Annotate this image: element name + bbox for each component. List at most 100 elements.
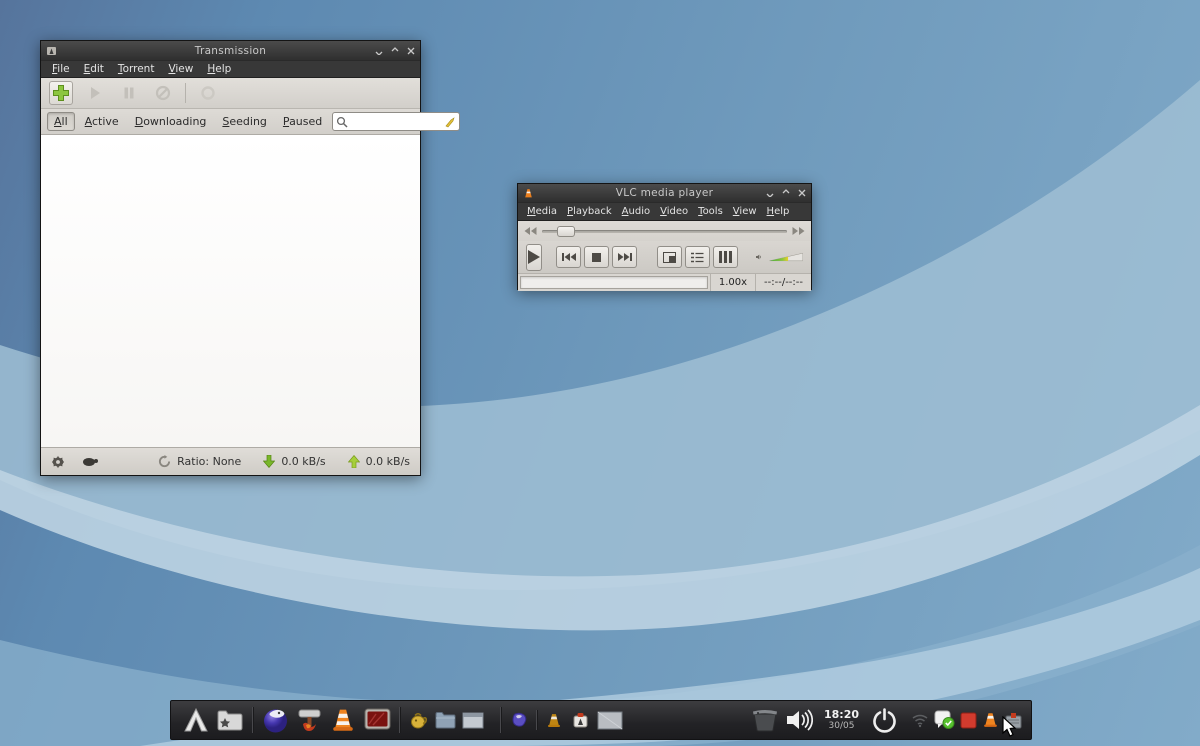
playlist-icon <box>691 252 704 263</box>
minimize-icon[interactable] <box>765 189 774 198</box>
stop-tray-icon[interactable] <box>960 712 977 729</box>
menu-tools[interactable]: Tools <box>693 205 728 218</box>
vlc-tray-icon[interactable] <box>982 711 999 729</box>
fullscreen-button[interactable] <box>657 246 682 268</box>
filter-all[interactable]: All <box>47 112 75 131</box>
trash-applet[interactable] <box>748 702 782 738</box>
globe-window-icon <box>511 712 528 729</box>
fullscreen-icon <box>663 252 676 263</box>
play-icon <box>87 85 103 101</box>
menu-help[interactable]: Help <box>200 62 238 76</box>
seek-forward-icon[interactable] <box>792 226 805 236</box>
maximize-icon[interactable] <box>390 46 399 55</box>
file-manager-launcher[interactable] <box>213 702 247 738</box>
pause-torrent-button[interactable] <box>117 81 141 105</box>
clock-applet[interactable]: 18:20 30/05 <box>824 709 859 732</box>
power-icon <box>872 708 897 733</box>
next-button[interactable] <box>612 246 637 268</box>
brewing-app-launcher[interactable] <box>405 704 432 736</box>
menu-media[interactable]: Media <box>522 205 562 218</box>
hammer-icon <box>296 707 323 733</box>
stop-button[interactable] <box>584 246 609 268</box>
upload-speed: 0.0 kB/s <box>366 455 410 468</box>
folder-icon <box>435 711 456 729</box>
start-torrent-button[interactable] <box>83 81 107 105</box>
transmission-menubar: File Edit Torrent View Help <box>41 60 420 78</box>
properties-icon <box>200 85 216 101</box>
search-input[interactable] <box>348 116 444 128</box>
maximize-icon[interactable] <box>781 189 790 198</box>
vlc-titlebar[interactable]: VLC media player <box>518 184 811 202</box>
playlist-button[interactable] <box>685 246 710 268</box>
clock-date: 30/05 <box>829 721 855 731</box>
clear-search-icon[interactable] <box>444 116 456 128</box>
toolbar-separator <box>185 83 186 103</box>
menu-video[interactable]: Video <box>655 205 693 218</box>
time-display[interactable]: --:--/--:-- <box>755 274 811 291</box>
seek-handle[interactable] <box>557 226 575 237</box>
ratio-icon <box>158 455 171 468</box>
menu-torrent[interactable]: Torrent <box>111 62 162 76</box>
search-box[interactable] <box>332 112 460 131</box>
active-window-icon <box>597 711 623 730</box>
menu-file[interactable]: File <box>45 62 77 76</box>
menu-help[interactable]: Help <box>762 205 795 218</box>
taskbar-window-transmission[interactable] <box>567 704 594 736</box>
show-desktop-button[interactable] <box>459 704 486 736</box>
remove-torrent-button[interactable] <box>151 81 175 105</box>
update-manager-tray-icon[interactable] <box>934 710 955 730</box>
volume-applet[interactable] <box>782 702 816 738</box>
window-title: Transmission <box>41 45 420 57</box>
vlc-status-field <box>520 276 708 289</box>
vlc-cone-icon <box>546 712 562 729</box>
documents-folder-launcher[interactable] <box>432 704 459 736</box>
equalizer-button[interactable] <box>713 246 738 268</box>
web-browser-launcher[interactable] <box>258 702 292 738</box>
power-button[interactable] <box>867 702 901 738</box>
kettle-icon <box>409 710 429 730</box>
mute-speaker-icon[interactable] <box>756 251 763 263</box>
menu-playback[interactable]: Playback <box>562 205 617 218</box>
minimize-icon[interactable] <box>374 46 383 55</box>
playback-rate[interactable]: 1.00x <box>710 274 755 291</box>
menu-edit[interactable]: Edit <box>77 62 111 76</box>
mouse-cursor <box>1002 716 1018 738</box>
seek-slider[interactable] <box>542 226 787 237</box>
previous-button[interactable] <box>556 246 581 268</box>
menu-view[interactable]: View <box>728 205 762 218</box>
vlc-seek-row <box>518 221 811 241</box>
volume-slider[interactable] <box>769 248 803 266</box>
terminal-launcher[interactable] <box>360 702 394 738</box>
torrent-list[interactable] <box>41 135 420 447</box>
filter-active[interactable]: Active <box>79 113 125 130</box>
menu-audio[interactable]: Audio <box>617 205 655 218</box>
filter-paused[interactable]: Paused <box>277 113 328 130</box>
taskbar-window-vlc[interactable] <box>540 704 567 736</box>
vlc-launcher[interactable] <box>326 702 360 738</box>
search-icon <box>336 116 348 128</box>
add-icon <box>52 84 70 102</box>
seek-back-icon[interactable] <box>524 226 537 236</box>
vlc-status-row: 1.00x --:--/--:-- <box>518 273 811 291</box>
gear-icon[interactable] <box>51 455 65 469</box>
taskbar-window-browser[interactable] <box>506 704 533 736</box>
app-menu-button[interactable] <box>179 702 213 738</box>
menu-view[interactable]: View <box>161 62 200 76</box>
clock-time: 18:20 <box>824 709 859 722</box>
network-tray-icon[interactable] <box>911 712 929 728</box>
taskbar-separator <box>536 710 537 730</box>
transmission-titlebar[interactable]: Transmission <box>41 41 420 60</box>
filter-seeding[interactable]: Seeding <box>216 113 273 130</box>
build-tool-launcher[interactable] <box>292 702 326 738</box>
add-torrent-button[interactable] <box>49 81 73 105</box>
filter-downloading[interactable]: Downloading <box>129 113 213 130</box>
taskbar-window-active[interactable] <box>594 702 626 738</box>
equalizer-icon <box>719 251 732 263</box>
torrent-properties-button[interactable] <box>196 81 220 105</box>
close-icon[interactable] <box>406 46 415 55</box>
distro-logo-icon <box>183 708 209 732</box>
turtle-speed-icon[interactable] <box>81 456 99 467</box>
transmission-window-icon <box>572 712 589 729</box>
close-icon[interactable] <box>797 189 806 198</box>
play-button[interactable] <box>526 244 542 271</box>
